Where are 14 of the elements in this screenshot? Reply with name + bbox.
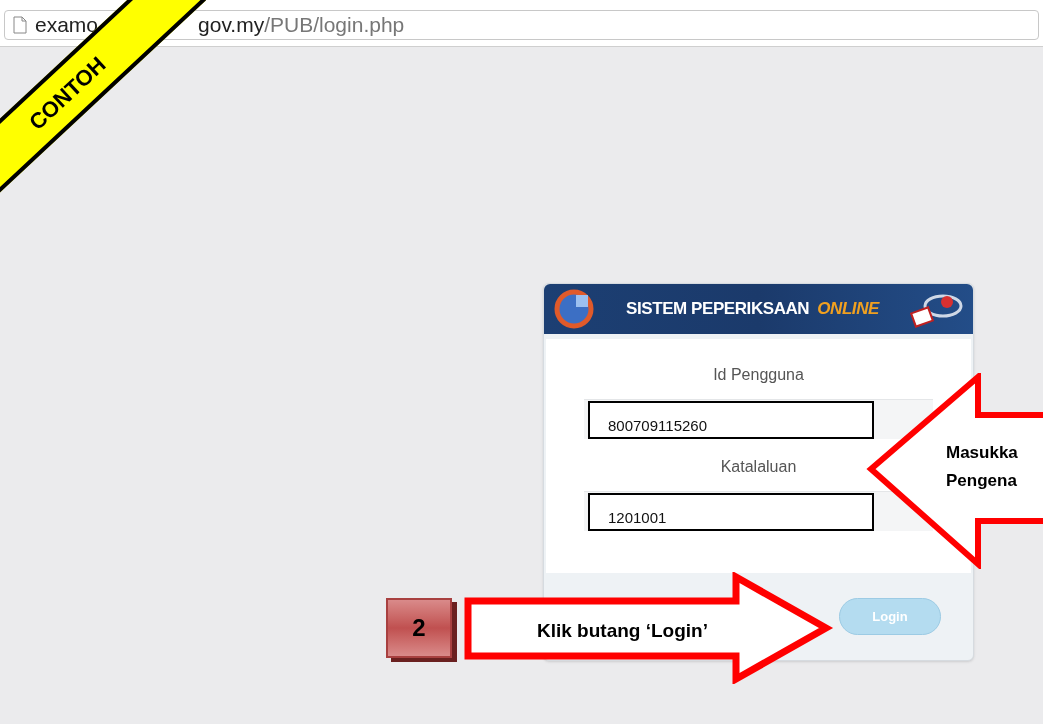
page-icon [13, 16, 27, 34]
callout-text: Masukka [946, 442, 1018, 464]
input-field[interactable]: 800709115260 [588, 400, 874, 439]
address-bar[interactable]: examo gov.my/PUB/login.php [4, 10, 1039, 40]
banner-title-accent: ONLINE [817, 298, 879, 321]
url-path: /PUB/login.php [264, 12, 405, 39]
field-label: Id Pengguna [712, 365, 805, 385]
field-label: Katalaluan [719, 457, 798, 477]
url-host: gov.my [198, 12, 265, 39]
callout-text: Pengena [946, 470, 1017, 492]
input-field[interactable]: 1201001 [588, 492, 874, 531]
callout-text: Klik butang ‘Login’ [537, 619, 708, 643]
url-host: examo [35, 12, 99, 39]
banner-title: SISTEM PEPERIKSAAN [626, 298, 810, 321]
